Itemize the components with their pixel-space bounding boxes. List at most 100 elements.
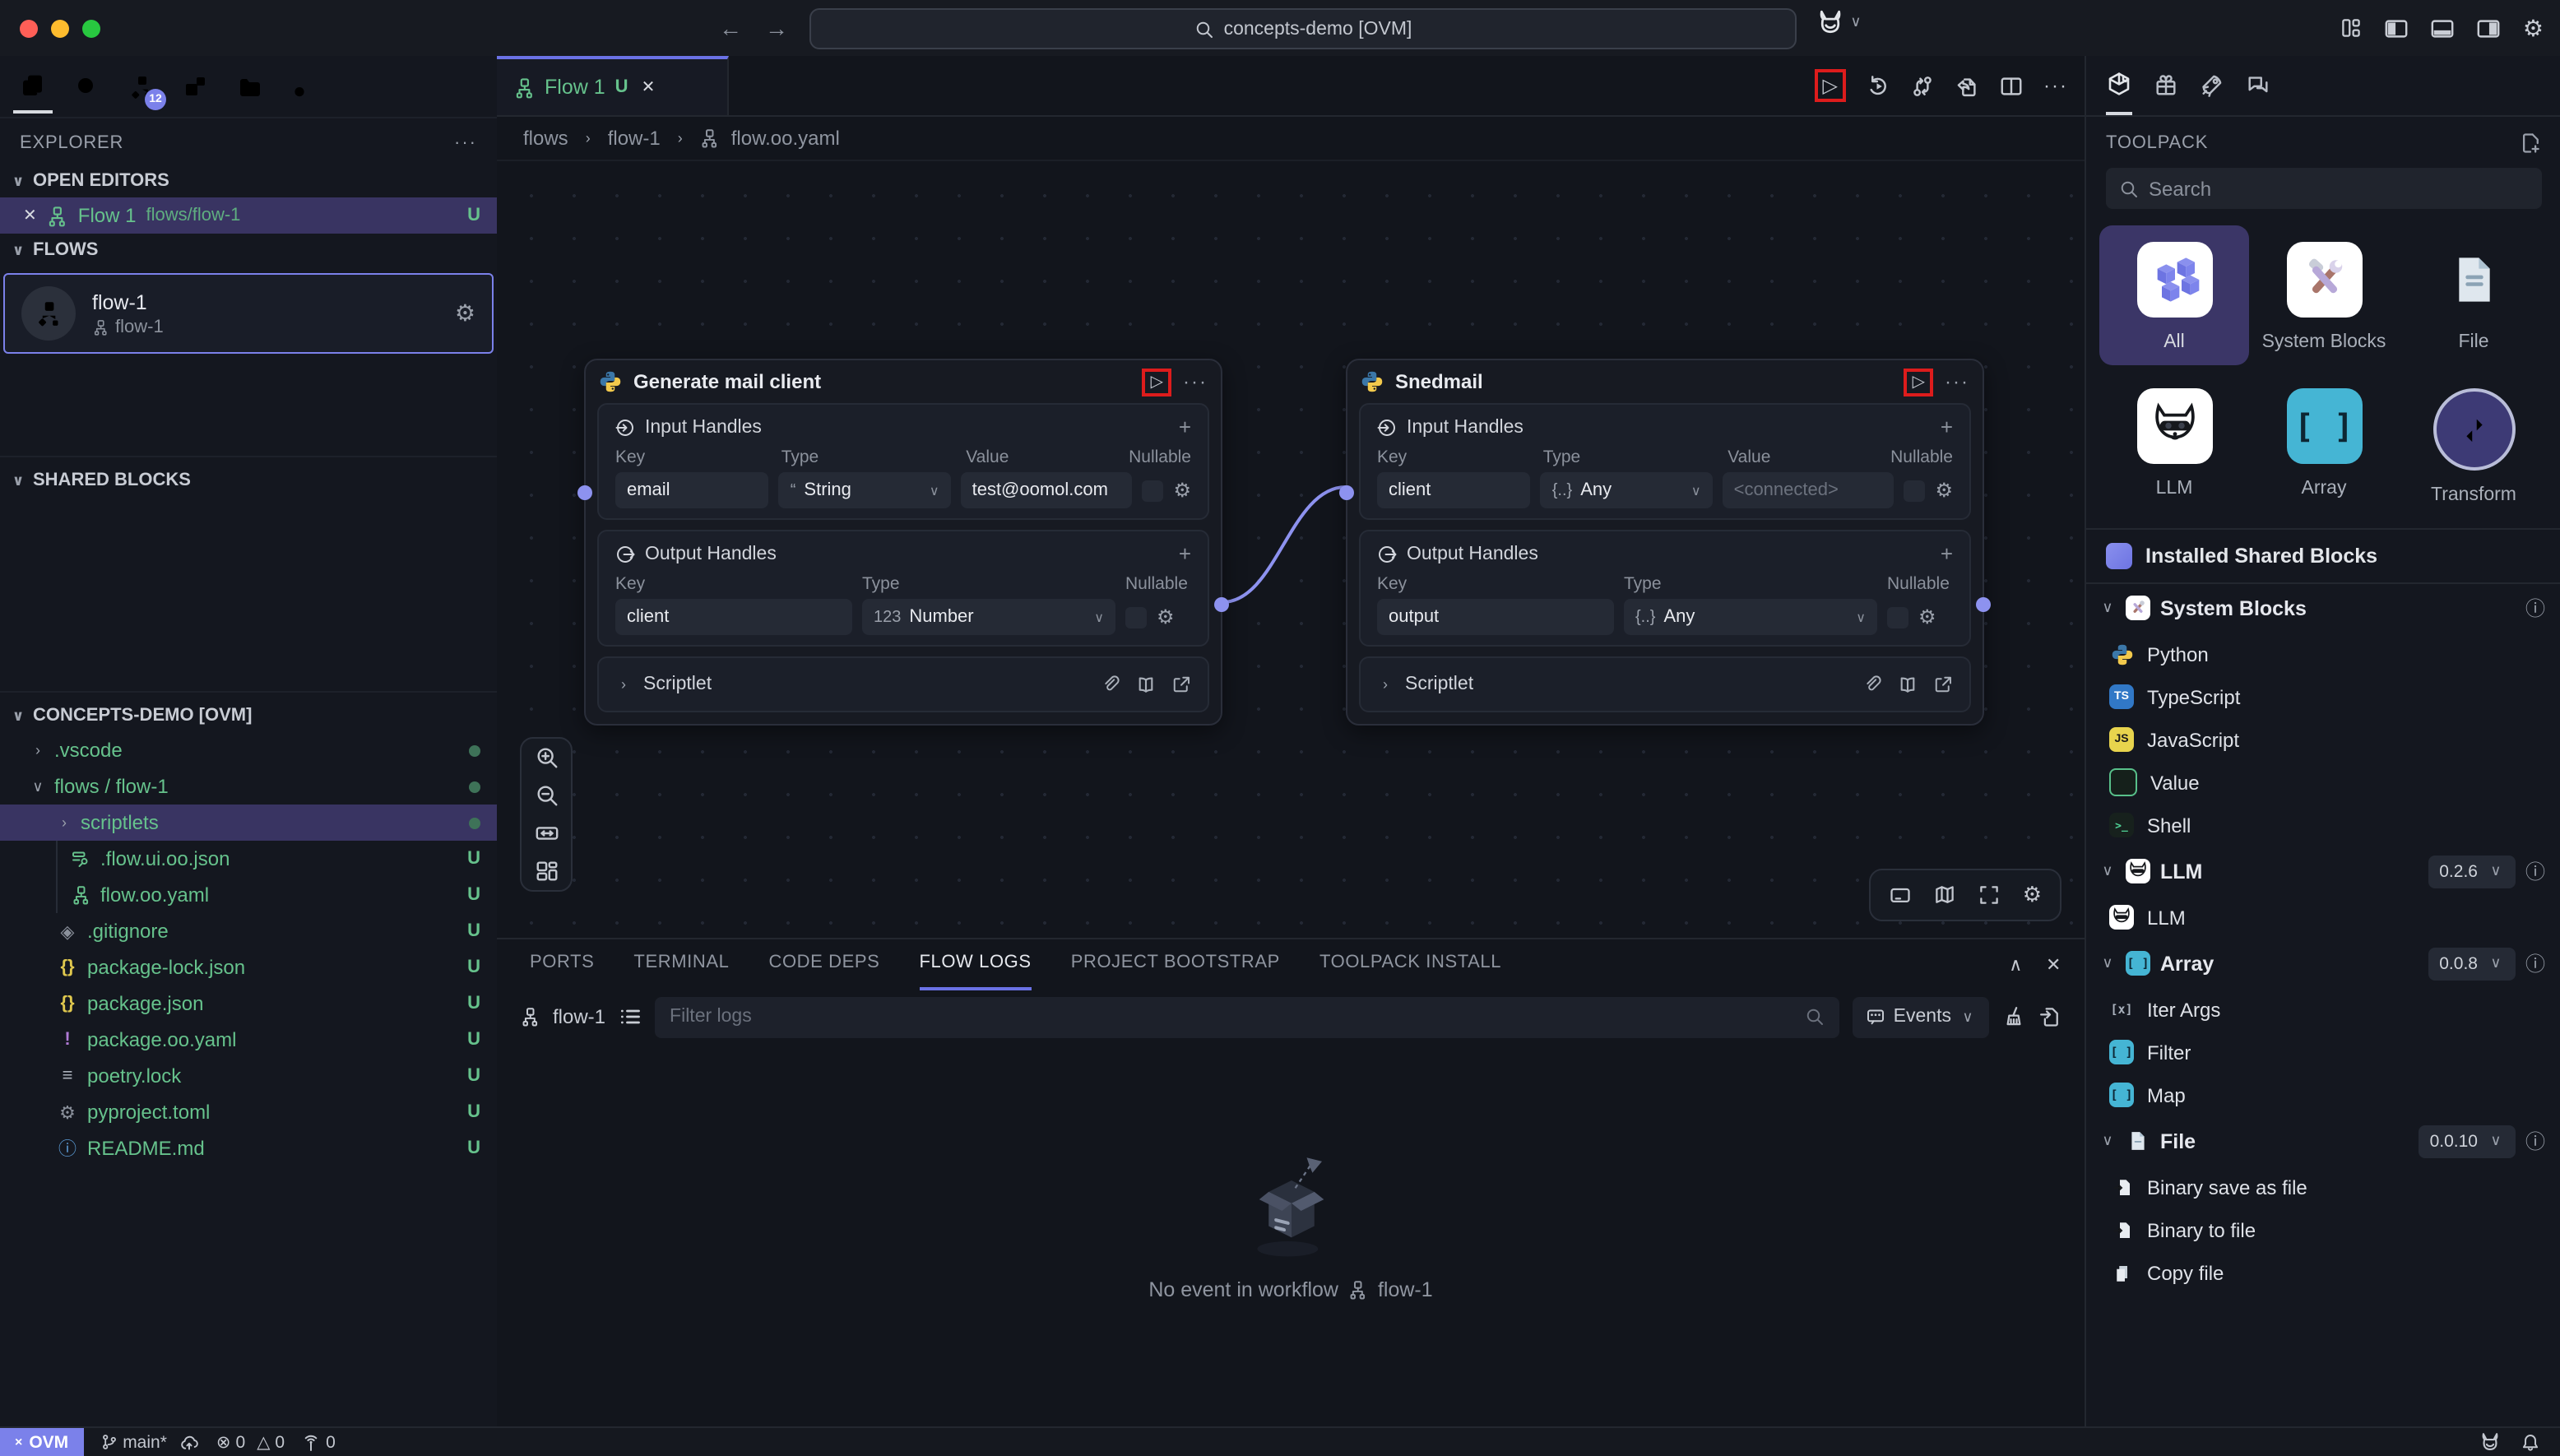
tree-row-package-json[interactable]: {}package.jsonU (0, 985, 497, 1022)
zoom-in-icon[interactable] (534, 745, 559, 770)
minimize-window-button[interactable] (51, 19, 69, 37)
output-handle-dot[interactable] (1976, 597, 1991, 612)
export-file-icon[interactable] (1955, 73, 1979, 98)
scriptlet-section[interactable]: ›Scriptlet (597, 656, 1209, 712)
version-dropdown[interactable]: 0.2.6∨ (2428, 856, 2516, 888)
block-item-shell[interactable]: >_Shell (2086, 805, 2560, 847)
flow-settings-gear-icon[interactable]: ⚙ (455, 299, 475, 327)
input-value-field[interactable]: <connected> (1723, 472, 1894, 508)
input-key-field[interactable]: email (615, 472, 769, 508)
auto-layout-icon[interactable] (534, 859, 559, 883)
tab-terminal[interactable]: TERMINAL (633, 938, 729, 990)
block-item-copy-file[interactable]: Copy file (2086, 1252, 2560, 1295)
version-dropdown[interactable]: 0.0.8∨ (2428, 948, 2516, 981)
group-file[interactable]: ∨ File 0.0.10∨ ⓘ (2086, 1117, 2560, 1166)
input-key-field[interactable]: client (1377, 472, 1531, 508)
breadcrumb-flow-1[interactable]: flow-1 (608, 127, 661, 150)
node-more-icon[interactable]: ··· (1183, 370, 1208, 393)
close-editor-icon[interactable]: ✕ (23, 206, 37, 225)
block-item-iter-args[interactable]: [x]Iter Args (2086, 989, 2560, 1032)
maximize-window-button[interactable] (82, 19, 100, 37)
block-item-binary-to-file[interactable]: Binary to file (2086, 1209, 2560, 1252)
flows-activity-icon[interactable]: 12 (122, 62, 161, 111)
tab-ports[interactable]: PORTS (530, 938, 594, 990)
git-branch-status[interactable]: main* (100, 1432, 200, 1452)
notifications-bell-icon[interactable] (2521, 1432, 2540, 1452)
tab-toolpack-install[interactable]: TOOLPACK INSTALL (1319, 938, 1501, 990)
tree-row-gitignore[interactable]: ◈.gitignoreU (0, 913, 497, 949)
input-handle-dot[interactable] (577, 485, 592, 500)
project-section-header[interactable]: ∨ CONCEPTS-DEMO [OVM] (0, 691, 497, 732)
run-flow-button[interactable]: ▷ (1815, 69, 1846, 102)
info-icon[interactable]: ⓘ (2525, 858, 2545, 886)
tab-flow-logs[interactable]: FLOW LOGS (919, 938, 1031, 990)
split-editor-icon[interactable] (1999, 73, 2024, 98)
input-handle-dot[interactable] (1339, 485, 1354, 500)
tree-row-poetry-lock[interactable]: ≡poetry.lockU (0, 1058, 497, 1094)
add-input-handle-button[interactable]: + (1179, 415, 1191, 439)
flow-canvas[interactable]: Generate mail client ▷ ··· Input Handles… (497, 161, 2085, 941)
group-system-blocks[interactable]: ∨ System Blocks ⓘ (2086, 584, 2560, 633)
clear-logs-icon[interactable] (2002, 1005, 2025, 1028)
add-output-handle-button[interactable]: + (1941, 541, 1953, 566)
log-filter-input[interactable]: Filter logs (655, 996, 1839, 1037)
problems-status[interactable]: ⊗ 0 △ 0 (216, 1432, 285, 1452)
block-item-llm[interactable]: LLM (2086, 897, 2560, 939)
output-type-select[interactable]: {..}Any∨ (1624, 599, 1877, 635)
tab-close-icon[interactable]: ✕ (642, 78, 656, 96)
tree-row-readme[interactable]: ⓘREADME.mdU (0, 1130, 497, 1166)
tile-llm[interactable]: LLM (2099, 372, 2249, 518)
docs-icon[interactable] (1897, 674, 1918, 695)
customize-layout-icon[interactable] (2340, 16, 2363, 39)
version-dropdown[interactable]: 0.0.10∨ (2419, 1125, 2516, 1158)
handle-settings-gear-icon[interactable]: ⚙ (1935, 479, 1953, 502)
tree-row-flow-yaml[interactable]: flow.oo.yamlU (0, 877, 497, 913)
run-node-button[interactable]: ▷ (1143, 368, 1171, 396)
output-key-field[interactable]: client (615, 599, 852, 635)
nullable-checkbox[interactable] (1142, 480, 1163, 501)
nav-forward-icon[interactable]: → (765, 15, 788, 41)
tree-row-pyproject[interactable]: ⚙pyproject.tomlU (0, 1094, 497, 1130)
tree-row-package-oo-yaml[interactable]: !package.oo.yamlU (0, 1022, 497, 1058)
toggle-left-panel-icon[interactable] (2385, 16, 2409, 40)
open-external-icon[interactable] (1171, 674, 1191, 695)
attachment-icon[interactable] (1862, 674, 1882, 695)
block-item-javascript[interactable]: JSJavaScript (2086, 719, 2560, 762)
open-editors-header[interactable]: ∨ OPEN EDITORS (0, 165, 497, 197)
flow-card[interactable]: flow-1 flow-1 ⚙ (3, 273, 494, 354)
fit-width-icon[interactable] (534, 821, 559, 846)
command-center-search[interactable]: concepts-demo [OVM] (809, 8, 1797, 49)
tree-row-flows-flow-1[interactable]: ∨flows / flow-1 (0, 768, 497, 805)
search-activity-icon[interactable] (67, 62, 107, 111)
add-output-handle-button[interactable]: + (1179, 541, 1191, 566)
editor-more-icon[interactable]: ··· (2043, 74, 2068, 97)
handle-settings-gear-icon[interactable]: ⚙ (1157, 605, 1175, 628)
folder-activity-icon[interactable] (230, 62, 270, 111)
breadcrumb-flows[interactable]: flows (523, 127, 568, 150)
oomol-logo[interactable]: ∨ (1816, 8, 1864, 36)
open-external-icon[interactable] (1933, 674, 1953, 695)
block-item-filter[interactable]: [ ]Filter (2086, 1032, 2560, 1074)
panel-close-icon[interactable]: ✕ (2046, 953, 2061, 975)
tile-file[interactable]: File (2399, 225, 2548, 365)
bunny-status-icon[interactable] (2479, 1431, 2501, 1453)
info-icon[interactable]: ⓘ (2525, 950, 2545, 978)
panel-maximize-icon[interactable]: ∧ (2009, 953, 2023, 975)
tree-row-package-lock[interactable]: {}package-lock.jsonU (0, 949, 497, 985)
tile-system-blocks[interactable]: System Blocks (2249, 225, 2399, 365)
zoom-out-icon[interactable] (534, 783, 559, 808)
new-toolpack-file-icon[interactable] (2519, 132, 2542, 155)
tab-code-deps[interactable]: CODE DEPS (768, 938, 879, 990)
toggle-panel-icon[interactable] (1890, 883, 1913, 907)
marketplace-gift-icon[interactable] (2154, 56, 2178, 115)
input-type-select[interactable]: “String∨ (779, 472, 951, 508)
block-item-value[interactable]: Value (2086, 762, 2560, 805)
group-llm[interactable]: ∨ LLM 0.2.6∨ ⓘ (2086, 847, 2560, 897)
node-generate-mail-client[interactable]: Generate mail client ▷ ··· Input Handles… (584, 359, 1222, 726)
nullable-checkbox[interactable] (1887, 606, 1908, 628)
tab-flow-1[interactable]: Flow 1 U ✕ (497, 56, 729, 115)
canvas-settings-gear-icon[interactable]: ⚙ (2023, 882, 2042, 908)
shared-blocks-header[interactable]: ∨ SHARED BLOCKS (0, 456, 497, 497)
blocks-activity-icon[interactable] (176, 62, 216, 111)
breadcrumb-file[interactable]: flow.oo.yaml (731, 127, 840, 150)
